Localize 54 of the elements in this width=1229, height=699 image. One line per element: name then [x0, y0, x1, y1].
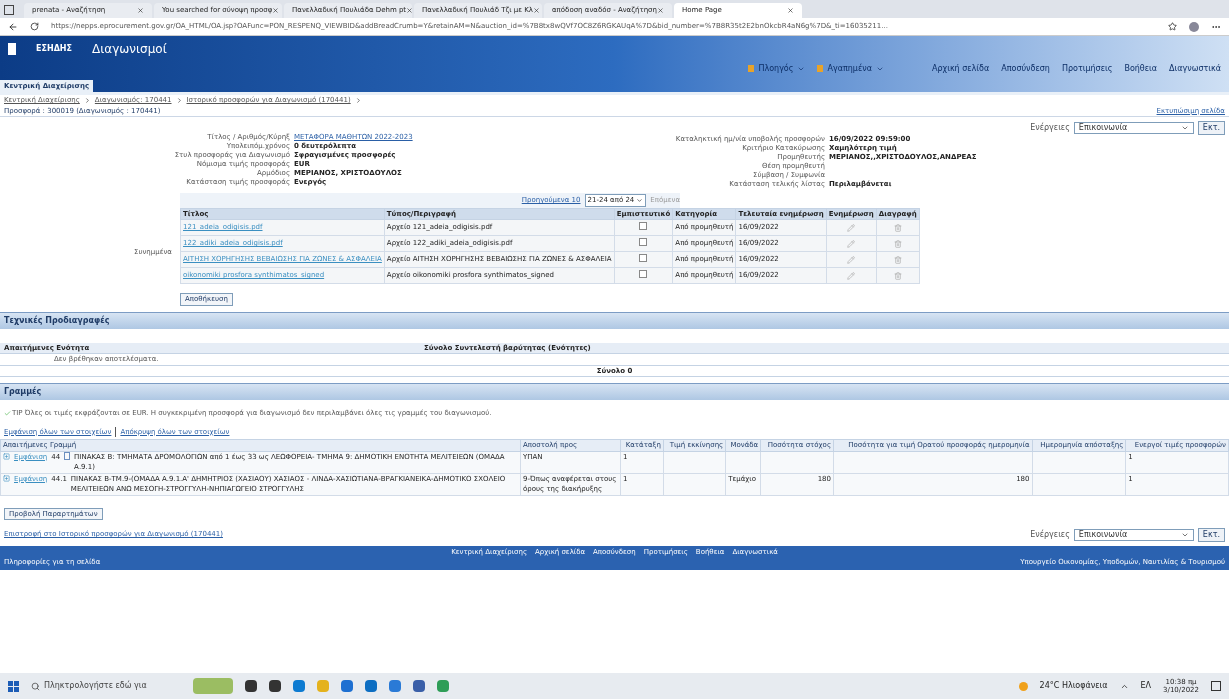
close-icon[interactable] [657, 7, 664, 14]
check-icon [4, 409, 11, 417]
select-label: Ενέργειες [1030, 528, 1070, 541]
language-label: ΕΛ [1140, 680, 1152, 692]
taskbar-app-icon[interactable] [245, 680, 257, 692]
weather-label: 24°C Ηλιοφάνεια [1039, 680, 1108, 692]
header-link[interactable]: Προτιμήσεις [1061, 62, 1113, 75]
caret-icon [1180, 124, 1189, 132]
header-menu[interactable]: Αγαπημένα [817, 62, 884, 75]
section-header: Τεχνικές Προδιαγραφές [0, 311, 1229, 329]
taskbar-app-icon[interactable] [269, 680, 281, 692]
caret-icon [636, 196, 644, 204]
actions-dropdown[interactable]: Επικοινωνία [1073, 122, 1194, 134]
sun-icon [1018, 681, 1028, 691]
logo-icon [8, 43, 16, 55]
back-icon[interactable] [8, 21, 18, 32]
profile-icon[interactable] [1189, 21, 1199, 32]
app-title: Διαγωνισμοί [92, 41, 167, 58]
header-link[interactable]: Αρχική σελίδα [932, 62, 990, 75]
select-label: Ενέργειες [1030, 122, 1070, 134]
go-button[interactable]: Εκτ. [1197, 527, 1225, 542]
breadcrumb-chevron-icon [354, 96, 362, 104]
brand-label: ΕΣΗΔΗΣ [36, 43, 72, 55]
taskbar-app-icon[interactable] [413, 680, 425, 692]
section-header: Γραμμές [0, 383, 1229, 400]
favorites-icon[interactable] [1168, 22, 1177, 31]
header-link[interactable]: Βοήθεια [1124, 62, 1158, 75]
expand-icon[interactable] [3, 452, 10, 460]
close-icon[interactable] [406, 7, 414, 14]
confidential-checkbox[interactable] [639, 221, 648, 230]
header-link[interactable]: Διαγνωστικά [1169, 62, 1221, 75]
header-link[interactable]: Αποσύνδεση [1001, 62, 1050, 75]
close-icon[interactable] [787, 7, 794, 14]
actions-dropdown[interactable]: Επικοινωνία [1073, 528, 1194, 541]
confidential-checkbox[interactable] [639, 237, 648, 246]
breadcrumb-chevron-icon [83, 96, 91, 104]
menu-icon [817, 65, 824, 73]
document-icon [64, 451, 71, 460]
taskbar-search-field[interactable]: Πληκτρολογήστε εδώ για [31, 680, 181, 692]
search-icon [31, 681, 40, 691]
close-icon[interactable] [533, 7, 540, 14]
confidential-checkbox[interactable] [639, 253, 648, 262]
go-button[interactable]: Εκτ. [1197, 121, 1225, 135]
window-menu-icon[interactable] [4, 5, 14, 15]
windows-start-icon[interactable] [8, 680, 19, 692]
close-icon[interactable] [137, 7, 144, 14]
menu-icon [748, 65, 755, 73]
close-icon[interactable] [272, 7, 280, 14]
breadcrumb-chevron-icon [175, 96, 183, 104]
confidential-checkbox[interactable] [639, 269, 648, 278]
header-menu[interactable]: Πλοηγός [748, 62, 806, 75]
notification-icon[interactable] [1211, 681, 1221, 691]
reload-icon[interactable] [30, 22, 39, 31]
expand-icon[interactable] [3, 474, 10, 482]
